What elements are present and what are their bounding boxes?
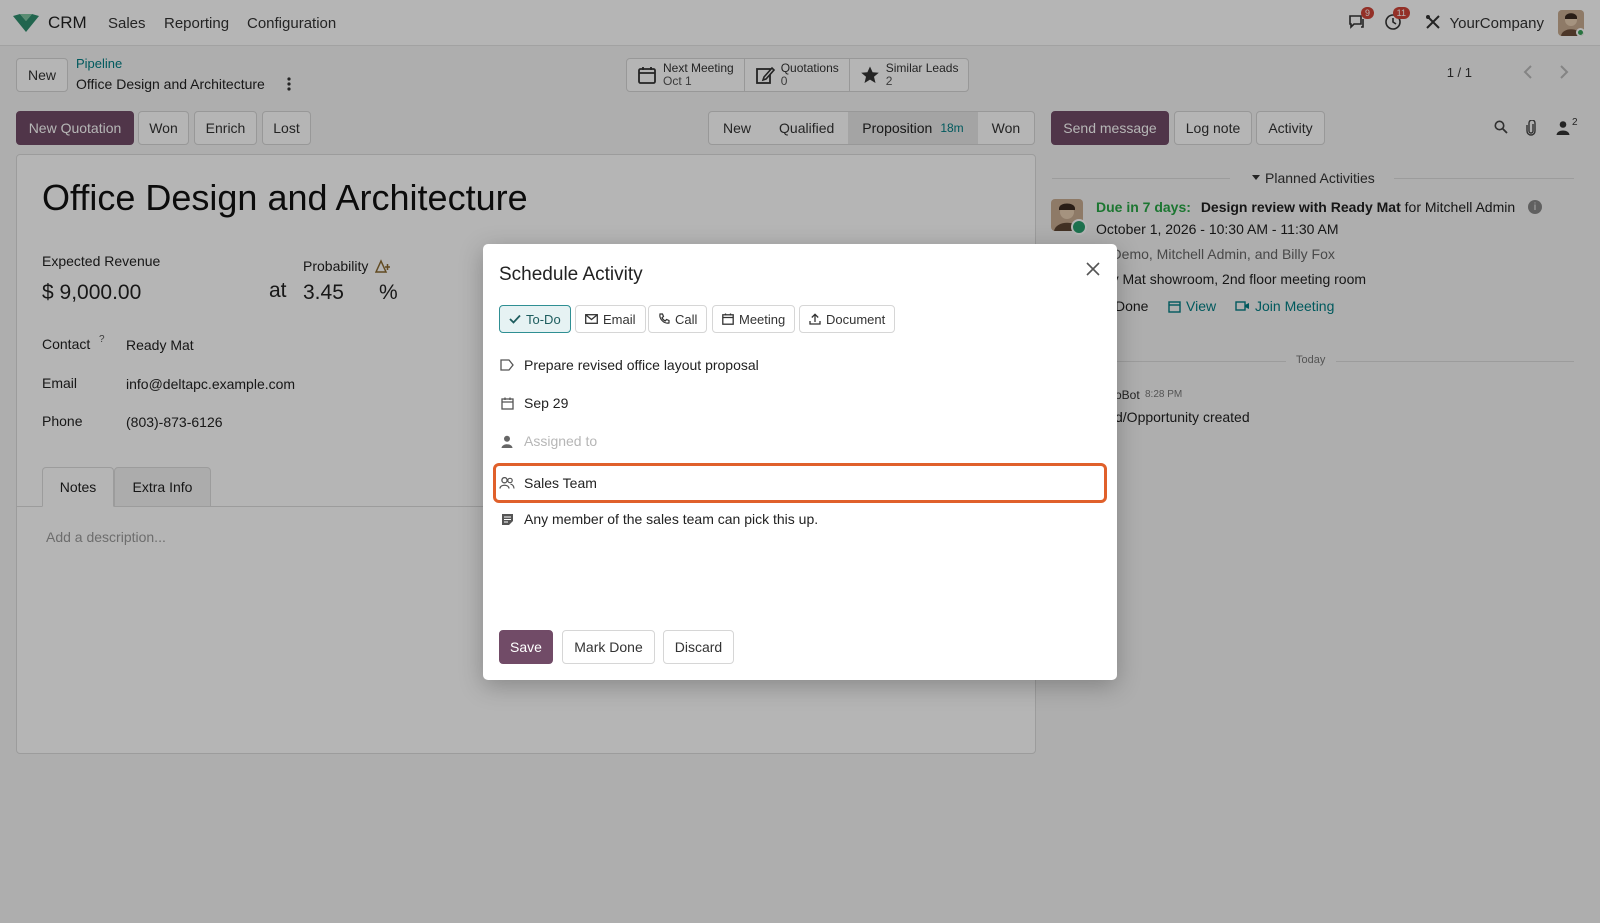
dialog-title: Schedule Activity xyxy=(499,264,643,285)
phone-icon xyxy=(658,313,670,325)
save-button[interactable]: Save xyxy=(499,630,553,664)
type-email-button[interactable]: Email xyxy=(575,305,646,333)
upload-icon xyxy=(809,313,821,325)
type-document-label: Document xyxy=(826,311,886,327)
type-email-label: Email xyxy=(603,311,636,327)
type-todo-label: To-Do xyxy=(526,311,561,327)
type-call-button[interactable]: Call xyxy=(648,305,708,333)
tag-icon xyxy=(499,359,515,371)
mark-done-button[interactable]: Mark Done xyxy=(562,630,655,664)
summary-value: Prepare revised office layout proposal xyxy=(524,357,759,373)
type-meeting-button[interactable]: Meeting xyxy=(712,305,796,333)
calendar-icon xyxy=(499,397,515,410)
type-meeting-label: Meeting xyxy=(739,311,786,327)
envelope-icon xyxy=(585,314,598,324)
assigned-to-field[interactable]: Assigned to xyxy=(499,426,1101,456)
sales-team-field[interactable]: Sales Team xyxy=(499,468,1101,498)
sales-team-value: Sales Team xyxy=(524,475,597,491)
assigned-to-placeholder: Assigned to xyxy=(524,433,598,449)
type-call-label: Call xyxy=(675,311,698,327)
due-date-field[interactable]: Sep 29 xyxy=(499,388,1101,418)
note-value: Any member of the sales team can pick th… xyxy=(524,511,819,527)
user-icon xyxy=(499,435,515,448)
type-todo-button[interactable]: To-Do xyxy=(499,305,571,333)
note-icon xyxy=(499,513,515,526)
summary-field[interactable]: Prepare revised office layout proposal xyxy=(499,350,1101,380)
schedule-activity-dialog: Schedule Activity To-Do Email Call Meeti… xyxy=(483,244,1117,680)
close-icon[interactable] xyxy=(1085,261,1101,277)
users-icon xyxy=(499,477,515,489)
calendar-icon xyxy=(722,313,734,325)
type-document-button[interactable]: Document xyxy=(799,305,896,333)
discard-button[interactable]: Discard xyxy=(663,630,734,664)
check-icon xyxy=(509,314,521,324)
note-field[interactable]: Any member of the sales team can pick th… xyxy=(499,504,1101,534)
due-date-value: Sep 29 xyxy=(524,395,569,411)
